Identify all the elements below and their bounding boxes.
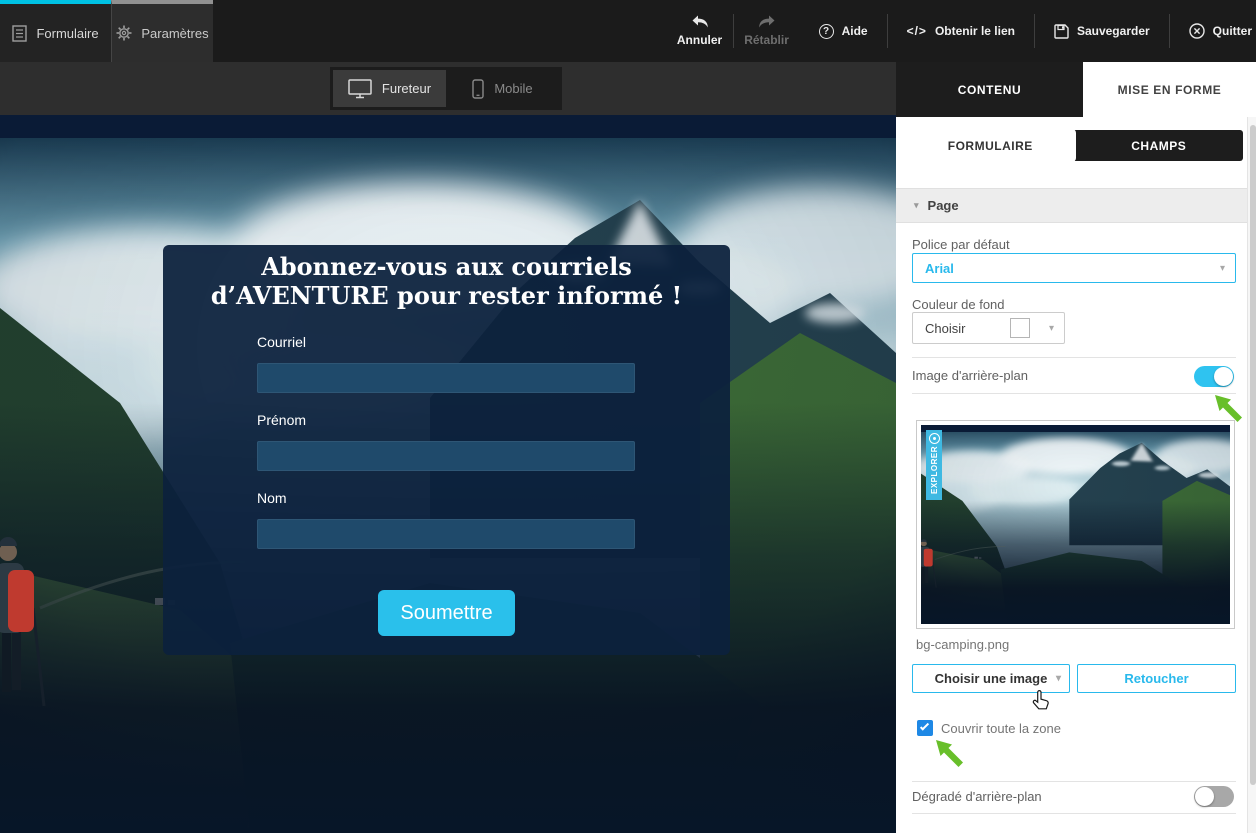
top-header: Formulaire Paramètres Annuler Rétablir ?… [0, 0, 1256, 62]
app: Formulaire Paramètres Annuler Rétablir ?… [0, 0, 1256, 833]
help-icon: ? [819, 24, 834, 39]
subtab-champs[interactable]: CHAMPS [1075, 130, 1244, 161]
ribbon-badge-icon [929, 433, 940, 444]
annotation-arrow-checkbox [935, 739, 965, 769]
divider [912, 357, 1236, 358]
field-input-prenom[interactable] [257, 441, 635, 471]
bg-image-filename: bg-camping.png [916, 637, 1009, 652]
font-select-value: Arial [925, 261, 954, 276]
field-label-courriel: Courriel [257, 334, 306, 350]
form-preview-card[interactable]: Abonnez-vous aux courriels d’AVENTURE po… [163, 245, 730, 655]
bg-image-thumbnail: EXPLORER [916, 420, 1235, 629]
monitor-icon [348, 79, 372, 99]
panel-subtabs: FORMULAIRE CHAMPS [906, 130, 1243, 161]
field-input-nom[interactable] [257, 519, 635, 549]
chevron-down-icon: ▾ [1049, 323, 1054, 334]
explorer-ribbon: EXPLORER [926, 430, 942, 500]
panel-scrollbar [1247, 117, 1256, 833]
retouch-button[interactable]: Retoucher [1077, 664, 1236, 693]
quit-label: Quitter [1213, 24, 1252, 38]
device-browser-button[interactable]: Fureteur [333, 70, 446, 107]
save-floppy-icon [1054, 24, 1069, 39]
tab-parametres[interactable]: Paramètres [111, 0, 213, 62]
toggle-knob [1214, 367, 1233, 386]
redo-arrow-icon [758, 15, 776, 29]
submit-button[interactable]: Soumettre [378, 590, 515, 636]
bg-image-thumbnail-photo: EXPLORER [921, 425, 1230, 624]
undo-label: Annuler [677, 33, 722, 47]
form-title-line2: d’AVENTURE pour rester informé ! [163, 281, 730, 310]
color-swatch[interactable] [1010, 318, 1030, 338]
quit-button[interactable]: Quitter [1170, 23, 1256, 39]
chevron-down-icon: ▾ [1220, 263, 1225, 274]
form-title-line1: Abonnez-vous aux courriels [163, 252, 730, 281]
form-document-icon [12, 25, 27, 42]
preview-canvas: Abonnez-vous aux courriels d’AVENTURE po… [0, 115, 896, 833]
cover-area-checkbox[interactable] [917, 720, 933, 736]
quit-close-icon [1189, 23, 1205, 39]
ribbon-label: EXPLORER [930, 446, 939, 494]
toolbar: Annuler Rétablir ? Aide </> Obtenir le l… [667, 0, 1256, 62]
panel-tab-mise-en-forme[interactable]: MISE EN FORME [1083, 62, 1256, 117]
device-mobile-label: Mobile [494, 81, 532, 96]
bg-color-label: Couleur de fond [912, 297, 1005, 312]
scrollbar-thumb[interactable] [1250, 125, 1256, 785]
get-link-label: Obtenir le lien [935, 24, 1015, 38]
undo-arrow-icon [691, 15, 709, 29]
field-input-courriel[interactable] [257, 363, 635, 393]
device-mobile-button[interactable]: Mobile [446, 70, 559, 107]
device-toggle: Fureteur Mobile [330, 67, 562, 110]
toggle-knob [1195, 787, 1214, 806]
choose-image-label: Choisir une image [935, 671, 1048, 686]
gear-icon [116, 25, 132, 41]
divider [912, 393, 1236, 394]
form-title: Abonnez-vous aux courriels d’AVENTURE po… [163, 252, 730, 310]
help-button[interactable]: ? Aide [800, 24, 887, 39]
bg-gradient-label: Dégradé d'arrière-plan [912, 789, 1042, 804]
page-section-title: Page [928, 198, 959, 213]
bg-gradient-toggle[interactable] [1194, 786, 1234, 807]
font-label: Police par défaut [912, 237, 1010, 252]
hand-cursor [1031, 689, 1051, 711]
save-button[interactable]: Sauvegarder [1035, 24, 1169, 39]
get-link-button[interactable]: </> Obtenir le lien [888, 24, 1034, 38]
thumbnail-photo [921, 425, 1230, 624]
bg-image-label: Image d'arrière-plan [912, 368, 1028, 383]
bg-image-toggle[interactable] [1194, 366, 1234, 387]
redo-button[interactable]: Rétablir [734, 15, 800, 47]
save-label: Sauvegarder [1077, 24, 1150, 38]
bg-color-select[interactable]: Choisir ▾ [912, 312, 1065, 344]
redo-label: Rétablir [744, 33, 789, 47]
divider [912, 813, 1236, 814]
settings-panel: FORMULAIRE CHAMPS ▾ Page Police par défa… [896, 117, 1256, 833]
chevron-down-icon: ▾ [1056, 673, 1061, 684]
field-label-prenom: Prénom [257, 412, 306, 428]
cover-area-label: Couvrir toute la zone [941, 721, 1061, 736]
tab-parametres-label: Paramètres [141, 26, 208, 41]
undo-button[interactable]: Annuler [667, 15, 733, 47]
retouch-label: Retoucher [1124, 671, 1188, 686]
tab-formulaire-label: Formulaire [36, 26, 98, 41]
tab-formulaire[interactable]: Formulaire [0, 0, 111, 62]
check-icon [920, 721, 929, 730]
section-collapse-icon: ▾ [914, 200, 919, 211]
divider [912, 781, 1236, 782]
subheader-bar: Fureteur Mobile [0, 62, 896, 115]
panel-tab-contenu[interactable]: CONTENU [896, 62, 1083, 117]
page-section-header[interactable]: ▾ Page [896, 188, 1247, 223]
subtab-formulaire[interactable]: FORMULAIRE [906, 130, 1075, 161]
font-select[interactable]: Arial ▾ [912, 253, 1236, 283]
mobile-phone-icon [472, 79, 484, 99]
bg-color-select-value: Choisir [925, 321, 965, 336]
help-label: Aide [842, 24, 868, 38]
thumbnail-topbar [921, 425, 1230, 432]
code-icon: </> [907, 24, 927, 38]
field-label-nom: Nom [257, 490, 287, 506]
device-browser-label: Fureteur [382, 81, 431, 96]
